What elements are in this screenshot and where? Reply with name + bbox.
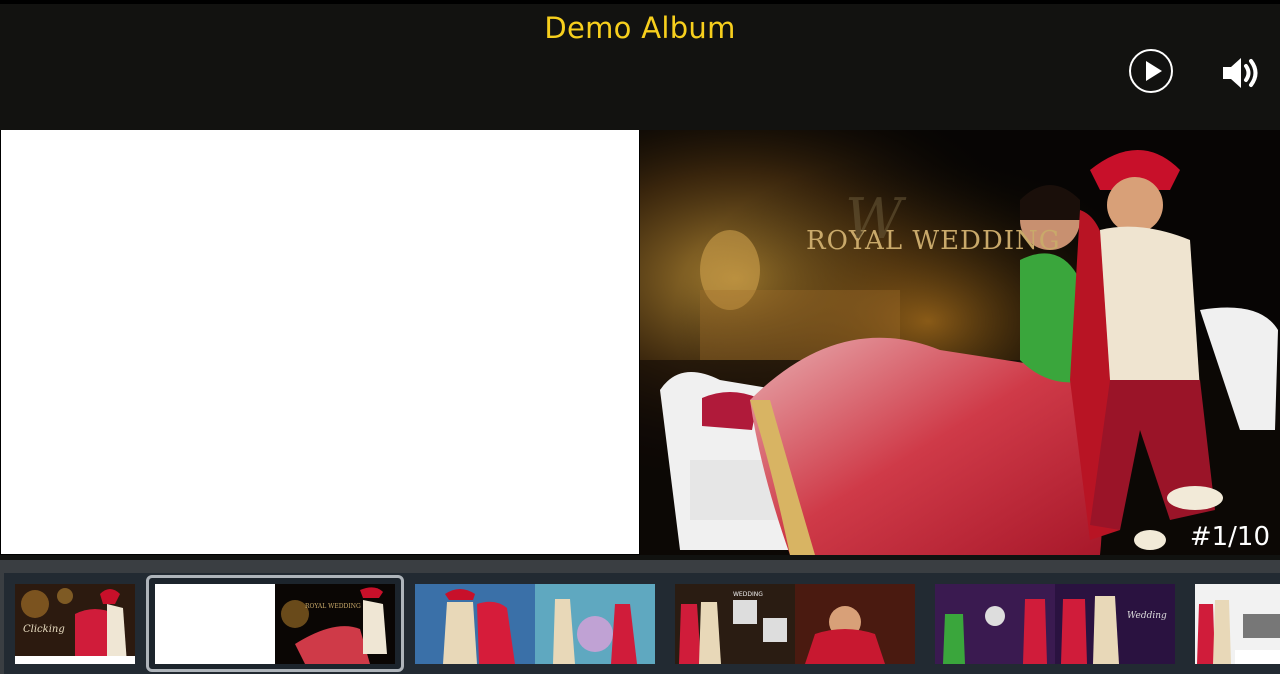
thumbnail-1[interactable]: Clicking [15, 584, 135, 664]
left-page-blank[interactable] [1, 130, 639, 554]
volume-button[interactable] [1220, 52, 1262, 94]
thumbnail-4[interactable]: WEDDING [675, 584, 915, 664]
thumbnail-image: WEDDING [675, 584, 915, 664]
thumbnail-5-text: Wedding [1127, 611, 1167, 621]
thumbnail-image [1195, 584, 1280, 664]
header-bar: Demo Album [0, 4, 1280, 130]
thumbnail-2-text: ROYAL WEDDING [305, 603, 361, 610]
play-button[interactable] [1129, 49, 1173, 93]
album-title: Demo Album [544, 11, 736, 45]
thumbnail-2-selected[interactable]: ROYAL WEDDING [155, 584, 395, 664]
thumbnail-image: Wedding [935, 584, 1175, 664]
monogram: W [845, 187, 907, 252]
wedding-photo: ROYAL WEDDING W [640, 130, 1280, 555]
thumbnail-5[interactable]: Wedding [935, 584, 1175, 664]
right-page-photo[interactable]: ROYAL WEDDING W #1/10 [640, 130, 1280, 555]
thumbnail-4-text: WEDDING [733, 591, 763, 598]
thumbnail-3[interactable] [415, 584, 655, 664]
thumbnail-image: ROYAL WEDDING [155, 584, 395, 664]
thumbnail-image [415, 584, 655, 664]
play-circle-icon [1146, 61, 1162, 81]
page-counter: #1/10 [1189, 522, 1270, 552]
album-viewer[interactable]: ROYAL WEDDING W #1/10 [0, 130, 1280, 555]
volume-icon [1223, 58, 1258, 88]
thumbnail-image: Clicking [15, 584, 135, 664]
thumbnail-1-text: Clicking [23, 624, 65, 635]
thumbnail-6[interactable] [1195, 584, 1280, 664]
